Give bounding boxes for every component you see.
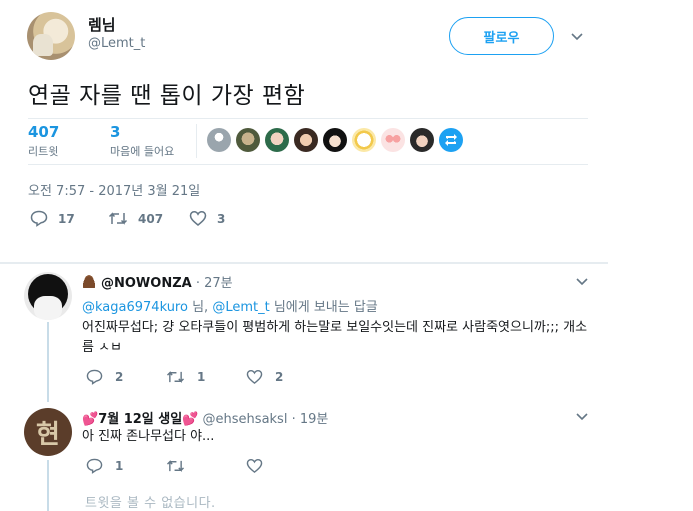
like-label: 마음에 들어요 xyxy=(110,145,175,158)
chevron-down-icon[interactable] xyxy=(575,410,589,424)
liker-avatar[interactable] xyxy=(294,128,318,152)
timestamp[interactable]: 오전 7:57 - 2017년 3월 21일 xyxy=(28,180,200,199)
like-count[interactable]: 3 xyxy=(110,123,174,141)
reply-count: 2 xyxy=(115,370,124,384)
retweet-action[interactable]: 407 xyxy=(108,210,163,227)
thread-line xyxy=(47,460,49,511)
chevron-down-icon[interactable] xyxy=(575,275,589,289)
avatar[interactable] xyxy=(27,12,75,60)
retweet-stat[interactable]: 407 리트윗 xyxy=(28,123,59,159)
heart-icon[interactable] xyxy=(246,458,263,474)
liker-avatar[interactable] xyxy=(265,128,289,152)
tweet-text: 연골 자를 땐 톱이 가장 편함 xyxy=(28,83,306,109)
reply-display-name[interactable]: @NOWONZA xyxy=(101,276,192,291)
handle[interactable]: @Lemt_t xyxy=(88,36,145,51)
reply-time[interactable]: · 19분 xyxy=(292,412,329,427)
retweet-count: 1 xyxy=(197,370,206,384)
like-action[interactable]: 2 xyxy=(246,369,326,385)
replying-user-link[interactable]: @Lemt_t xyxy=(212,300,269,315)
retweet-action[interactable]: 1 xyxy=(166,369,246,385)
like-action[interactable] xyxy=(246,458,326,474)
chevron-down-icon[interactable] xyxy=(570,30,584,44)
reply-icon[interactable] xyxy=(30,210,48,227)
replying-user-link[interactable]: @kaga6974kuro xyxy=(82,300,188,315)
reply-icon[interactable] xyxy=(86,458,103,474)
avatar[interactable] xyxy=(24,272,72,320)
retweet-icon[interactable] xyxy=(108,210,128,227)
reply-action[interactable]: 2 xyxy=(86,369,166,385)
reply-count: 17 xyxy=(58,211,75,226)
reply-handle[interactable]: @ehsehsaksl xyxy=(203,412,288,427)
liker-avatar[interactable] xyxy=(236,128,260,152)
liker-avatar[interactable] xyxy=(381,128,405,152)
main-tweet: 렘님 @Lemt_t 팔로우 연골 자를 땐 톱이 가장 편함 407 리트윗 … xyxy=(0,0,608,262)
like-count-action: 3 xyxy=(217,211,226,226)
divider xyxy=(196,124,197,158)
reply-actions: 2 1 2 xyxy=(86,369,326,385)
liker-avatar[interactable] xyxy=(323,128,347,152)
like-count: 2 xyxy=(275,370,284,384)
reply-action[interactable]: 17 xyxy=(30,210,75,227)
thread-line xyxy=(47,322,49,402)
liker-avatar[interactable] xyxy=(410,128,434,152)
retweet-icon[interactable] xyxy=(166,458,185,474)
retweet-icon[interactable] xyxy=(166,369,185,385)
heart-icon[interactable] xyxy=(246,369,263,385)
reply-header: 💕7월 12일 생일💕 @ehsehsaksl · 19분 xyxy=(82,408,328,427)
reply-icon[interactable] xyxy=(86,369,103,385)
heart-emoji-icon: 💕 xyxy=(182,412,199,427)
avatar-initial: 현 xyxy=(36,419,60,450)
retweet-label: 리트윗 xyxy=(28,145,59,158)
reply-time[interactable]: · 27분 xyxy=(196,276,233,291)
reply-text: 아 진짜 존나무섭다 야... xyxy=(82,429,215,444)
reply-action[interactable]: 1 xyxy=(86,458,166,474)
like-action[interactable]: 3 xyxy=(189,210,225,227)
replying-text: 님, xyxy=(187,300,213,315)
reply-text: 어진짜무섭다; 걍 오타쿠들이 평범하게 하는말로 보일수잇는데 진짜로 사람죽… xyxy=(82,320,588,355)
poop-emoji-icon xyxy=(82,275,96,288)
reply-header: @NOWONZA · 27분 xyxy=(82,272,233,291)
like-stat[interactable]: 3 마음에 들어요 xyxy=(110,123,174,159)
display-name[interactable]: 렘님 xyxy=(88,14,116,35)
unavailable-notice: 트윗을 볼 수 없습니다. xyxy=(85,496,216,511)
heart-emoji-icon: 💕 xyxy=(82,412,99,427)
divider xyxy=(28,118,588,119)
retweet-count-action: 407 xyxy=(138,211,164,226)
reply-display-name[interactable]: 7월 12일 생일 xyxy=(98,412,182,427)
follow-button[interactable]: 팔로우 xyxy=(449,17,554,55)
divider xyxy=(28,164,588,165)
reply-count: 1 xyxy=(115,459,124,473)
section-divider xyxy=(0,262,608,264)
more-likers-retweet-icon[interactable] xyxy=(439,128,463,152)
heart-icon[interactable] xyxy=(189,210,207,227)
liker-avatar[interactable] xyxy=(352,128,376,152)
replying-to: @kaga6974kuro 님, @Lemt_t 님에게 보내는 답글 xyxy=(82,296,378,315)
avatar[interactable]: 현 xyxy=(24,408,72,456)
replying-text: 님에게 보내는 답글 xyxy=(269,300,378,315)
retweet-count[interactable]: 407 xyxy=(28,123,59,141)
liker-avatar[interactable] xyxy=(207,128,231,152)
reply-actions: 1 xyxy=(86,458,326,474)
retweet-action[interactable] xyxy=(166,458,246,474)
liker-avatars xyxy=(207,128,463,152)
